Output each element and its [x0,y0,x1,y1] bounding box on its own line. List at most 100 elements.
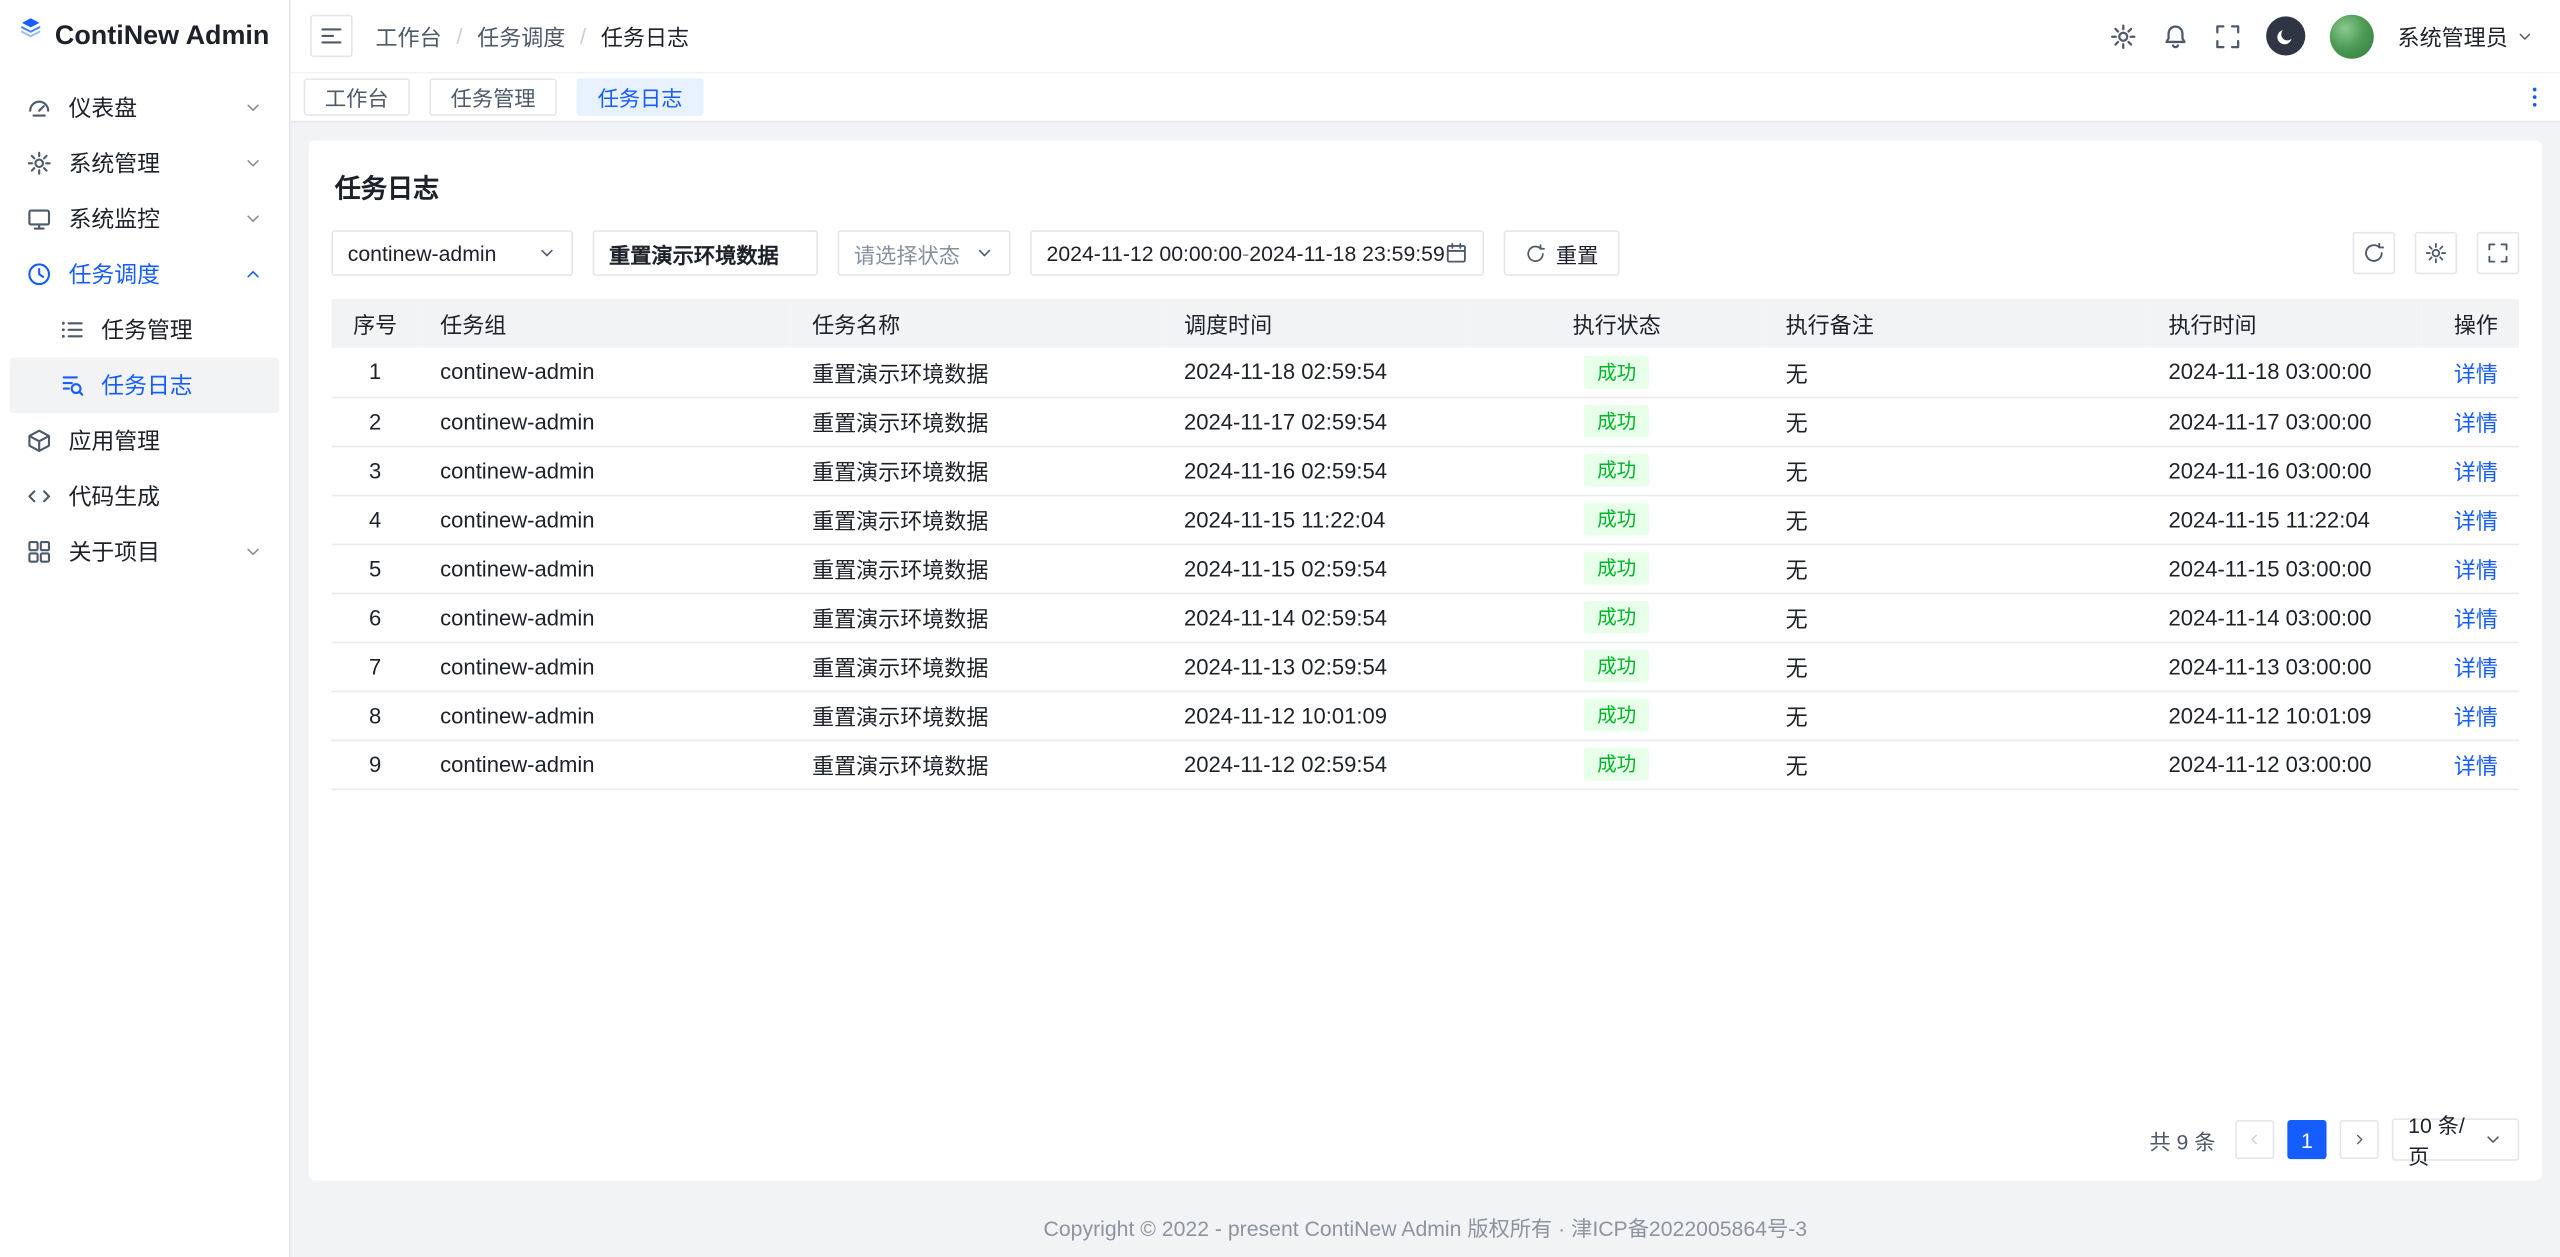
gear-icon [26,150,52,176]
logo-icon [20,16,42,57]
cell-actions: 详情 [2421,740,2519,789]
cell-actions: 详情 [2421,544,2519,593]
pagination-total: 共 9 条 [2149,1124,2215,1155]
chevron-down-icon [537,243,557,263]
table-fullscreen-button[interactable] [2477,232,2519,274]
checklist-icon [59,317,85,343]
copyright-text: Copyright © 2022 - present ContiNew Admi… [1044,1211,1808,1242]
detail-link[interactable]: 详情 [2454,656,2498,680]
sidebar-item-app-management[interactable]: 应用管理 [10,413,279,469]
cell-status: 成功 [1469,691,1764,740]
cell-exec-time: 2024-11-14 03:00:00 [2147,593,2420,642]
page-title: 任务日志 [335,167,2516,206]
date-range-picker[interactable]: 2024-11-12 00:00:00 - 2024-11-18 23:59:5… [1030,230,1484,276]
status-select[interactable]: 请选择状态 [838,230,1011,276]
sidebar-item-task-log[interactable]: 任务日志 [10,358,279,414]
fullscreen-icon[interactable] [2213,22,2241,50]
table-row: 1 continew-admin 重置演示环境数据 2024-11-18 02:… [331,348,2519,397]
detail-link[interactable]: 详情 [2454,509,2498,533]
detail-link[interactable]: 详情 [2454,362,2498,386]
breadcrumb-item[interactable]: 任务调度 [477,20,565,53]
breadcrumb-separator: / [580,24,586,48]
sidebar-item-system-monitor[interactable]: 系统监控 [10,191,279,247]
task-log-card: 任务日志 continew-admin 请选择状态 2024-11-12 00:… [309,140,2542,1180]
reset-button[interactable]: 重置 [1504,230,1620,276]
cell-name: 重置演示环境数据 [791,593,1163,642]
task-group-select[interactable]: continew-admin [331,230,573,276]
cell-index: 3 [331,446,418,495]
logo[interactable]: ContiNew Admin [0,0,289,73]
detail-link[interactable]: 详情 [2454,754,2498,778]
cell-exec-time: 2024-11-15 11:22:04 [2147,495,2420,544]
clock-icon [26,261,52,287]
detail-link[interactable]: 详情 [2454,607,2498,631]
pagination-prev-button[interactable] [2235,1120,2274,1159]
detail-link[interactable]: 详情 [2454,558,2498,582]
reset-button-label: 重置 [1556,238,1598,269]
sidebar-item-about[interactable]: 关于项目 [10,524,279,580]
tab-label: 工作台 [325,82,389,113]
cell-exec-time: 2024-11-16 03:00:00 [2147,446,2420,495]
page-size-select[interactable]: 10 条/页 [2392,1118,2519,1160]
pagination-page-1[interactable]: 1 [2287,1120,2326,1159]
detail-link[interactable]: 详情 [2454,411,2498,435]
tab-task-log[interactable]: 任务日志 [576,78,703,116]
moon-icon [2274,25,2295,46]
footer: Copyright © 2022 - present ContiNew Admi… [291,1197,2560,1257]
table-row: 5 continew-admin 重置演示环境数据 2024-11-15 02:… [331,544,2519,593]
sidebar-item-task-scheduling[interactable]: 任务调度 [10,247,279,303]
detail-link[interactable]: 详情 [2454,460,2498,484]
user-menu[interactable]: 系统管理员 [2398,20,2534,53]
table-row: 4 continew-admin 重置演示环境数据 2024-11-15 11:… [331,495,2519,544]
cell-status: 成功 [1469,495,1764,544]
sidebar-item-dashboard[interactable]: 仪表盘 [10,80,279,136]
cell-name: 重置演示环境数据 [791,397,1163,446]
cell-name: 重置演示环境数据 [791,446,1163,495]
cell-schedule-time: 2024-11-15 11:22:04 [1163,495,1469,544]
task-name-input[interactable] [593,230,818,276]
sidebar-item-task-management[interactable]: 任务管理 [10,302,279,358]
date-range-start: 2024-11-12 00:00:00 [1047,241,1243,265]
content-area: 任务日志 continew-admin 请选择状态 2024-11-12 00:… [291,122,2560,1196]
pagination-next-button[interactable] [2340,1120,2379,1159]
table-refresh-button[interactable] [2353,232,2395,274]
breadcrumb-item[interactable]: 工作台 [376,20,442,53]
notification-bell-icon[interactable] [2161,22,2189,50]
cell-index: 4 [331,495,418,544]
cell-note: 无 [1764,397,2147,446]
table-row: 6 continew-admin 重置演示环境数据 2024-11-14 02:… [331,593,2519,642]
column-header-note: 执行备注 [1764,299,2147,348]
sidebar-item-code-generation[interactable]: 代码生成 [10,469,279,525]
cell-schedule-time: 2024-11-18 02:59:54 [1163,348,1469,397]
detail-link[interactable]: 详情 [2454,705,2498,729]
cell-schedule-time: 2024-11-13 02:59:54 [1163,642,1469,691]
tab-more-icon[interactable] [2522,85,2546,109]
sidebar-item-label: 关于项目 [69,536,244,569]
cell-note: 无 [1764,593,2147,642]
sidebar-item-label: 系统监控 [69,202,244,235]
settings-gear-icon[interactable] [2109,22,2137,50]
cell-exec-time: 2024-11-17 03:00:00 [2147,397,2420,446]
chevron-up-icon [243,264,263,284]
cell-actions: 详情 [2421,691,2519,740]
log-table-body: 1 continew-admin 重置演示环境数据 2024-11-18 02:… [331,348,2519,789]
user-avatar[interactable] [2329,14,2373,58]
column-header-index: 序号 [331,299,418,348]
sidebar-item-system-management[interactable]: 系统管理 [10,136,279,192]
column-header-group: 任务组 [419,299,791,348]
cell-name: 重置演示环境数据 [791,495,1163,544]
page-size-value: 10 条/页 [2408,1109,2483,1171]
cell-schedule-time: 2024-11-12 10:01:09 [1163,691,1469,740]
sidebar-item-label: 代码生成 [69,480,263,513]
cell-group: continew-admin [419,593,791,642]
tab-workbench[interactable]: 工作台 [304,78,410,116]
table-row: 9 continew-admin 重置演示环境数据 2024-11-12 02:… [331,740,2519,789]
chevron-down-icon [243,98,263,118]
table-row: 7 continew-admin 重置演示环境数据 2024-11-13 02:… [331,642,2519,691]
sidebar-collapse-button[interactable] [310,15,352,57]
cell-actions: 详情 [2421,348,2519,397]
dark-mode-toggle[interactable] [2265,16,2304,55]
table-settings-button[interactable] [2415,232,2457,274]
tab-task-management[interactable]: 任务管理 [429,78,556,116]
column-header-name: 任务名称 [791,299,1163,348]
